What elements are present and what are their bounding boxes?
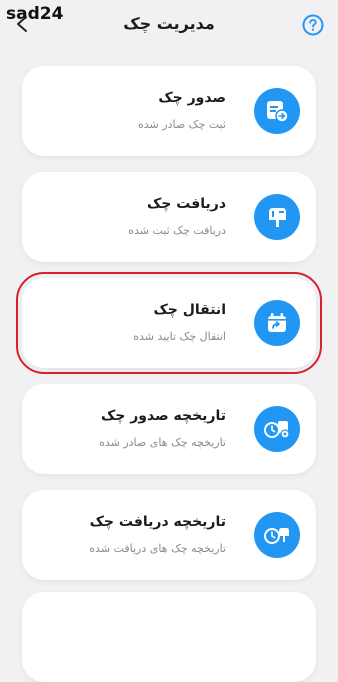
menu-item-title: صدور چک [158,90,226,106]
menu-item-title: دریافت چک [146,196,226,212]
top-bar: sad24 مدیریت چک [0,0,338,52]
menu-item-receive-cheque[interactable]: دریافت چک دریافت چک ثبت شده [22,172,316,262]
issue-cheque-icon [254,88,300,134]
receive-history-icon [254,512,300,558]
menu-item-partial[interactable] [22,592,316,682]
menu-item-title: تاریخچه صدور چک [100,408,226,424]
menu-item-subtitle: انتقال چک تایید شده [133,330,226,343]
mailbox-icon [254,194,300,240]
menu-item-subtitle: تاریخچه چک های دریافت شده [89,542,226,555]
help-circle-icon[interactable] [302,14,324,36]
menu-item-subtitle: ثبت چک صادر شده [138,118,226,131]
menu-item-title: انتقال چک [153,302,226,318]
menu-item-subtitle: تاریخچه چک های صادر شده [99,436,226,449]
transfer-calendar-icon [254,300,300,346]
issue-history-icon [254,406,300,452]
menu-item-transfer-cheque[interactable]: انتقال چک انتقال چک تایید شده [16,272,322,374]
menu-item-issue-history[interactable]: تاریخچه صدور چک تاریخچه چک های صادر شده [22,384,316,474]
menu-item-title: تاریخچه دریافت چک [89,514,226,530]
menu-item-subtitle: دریافت چک ثبت شده [128,224,226,237]
menu-item-issue-cheque[interactable]: صدور چک ثبت چک صادر شده [22,66,316,156]
menu-item-receive-history[interactable]: تاریخچه دریافت چک تاریخچه چک های دریافت … [22,490,316,580]
page-title: مدیریت چک [123,14,215,33]
